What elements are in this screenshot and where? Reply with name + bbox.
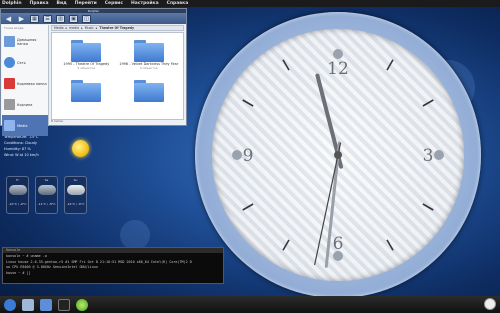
menu-item[interactable]: Dolphin	[2, 1, 22, 6]
place-home[interactable]: Домашняя папка	[2, 31, 48, 52]
network-icon	[4, 57, 15, 68]
menu-bar: Dolphin Правка Вид Перейти Сервис Настро…	[0, 0, 500, 7]
numeral-3: 3	[423, 146, 434, 166]
clock-tick	[386, 59, 394, 71]
folder-icon	[133, 80, 164, 102]
clock-center-cap	[334, 151, 342, 159]
clock-tick	[422, 203, 434, 211]
breadcrumb: Media ▸ media ▸ Music ▸ Theatre Of Tragedy	[51, 25, 184, 31]
place-label: Media	[17, 123, 28, 128]
places-panel: Точки входа Домашняя папка Сеть Корневая…	[2, 25, 49, 136]
breadcrumb-item[interactable]: Media	[54, 26, 64, 30]
folder-icon	[71, 80, 102, 102]
root-folder-icon	[4, 78, 15, 89]
menu-item[interactable]: Правка	[30, 1, 49, 6]
forecast-day-label: Fr	[16, 178, 19, 182]
clock-svg: 12 3 6 9	[232, 49, 444, 268]
forecast-temp: -11°C / -8°C	[37, 202, 56, 206]
columns-view-icon[interactable]: ▥	[56, 14, 65, 23]
file-item[interactable]: 1995 - Theatre Of Tragedy 9 объектов	[55, 36, 118, 76]
breadcrumb-item[interactable]: Music	[85, 26, 94, 30]
breadcrumb-item[interactable]: media	[69, 26, 79, 30]
file-item[interactable]: 1996 - Velvet Darkness They Fear 9 объект…	[118, 36, 181, 76]
analog-clock-widget: 12 3 6 9	[195, 12, 481, 298]
numeral-9: 9	[243, 146, 254, 166]
place-label: Сеть	[17, 60, 26, 65]
forecast-temp: -10°C / -6°C	[8, 202, 27, 206]
terminal-title[interactable]: Konsole	[3, 248, 223, 253]
clock-tick	[386, 239, 394, 251]
forecast-day-label: Su	[73, 178, 78, 182]
terminal-line: house ~ # []	[6, 270, 31, 275]
clock-bolt-icon	[434, 150, 444, 160]
numeral-12: 12	[327, 59, 349, 79]
folder-icon	[133, 40, 164, 62]
file-view: 1995 - Theatre Of Tragedy 9 объектов 1996…	[51, 32, 184, 120]
rain-cloud-icon	[37, 185, 56, 195]
menu-item[interactable]: Справка	[167, 1, 189, 6]
breadcrumb-item[interactable]: Theatre Of Tragedy	[99, 26, 134, 30]
place-trash[interactable]: Корзина	[2, 94, 48, 115]
clock-tick	[242, 99, 254, 107]
status-bar: 8 папок	[51, 119, 64, 123]
file-item[interactable]	[55, 76, 118, 116]
menu-item[interactable]: Перейти	[75, 1, 97, 6]
menu-item[interactable]: Настройка	[131, 1, 159, 6]
menu-item[interactable]: Сервис	[105, 1, 123, 6]
file-item[interactable]	[118, 76, 181, 116]
media-folder-icon	[4, 120, 15, 131]
wallpaper-decor	[120, 220, 150, 250]
rain-cloud-icon	[8, 185, 27, 195]
browser-icon[interactable]	[76, 298, 88, 311]
home-folder-icon	[4, 36, 15, 47]
dolphin-window: Dolphin ◀ ▶ ▦ ☰ ▥ ▣ ◫ Точки входа Домашн…	[0, 8, 187, 136]
icons-view-icon[interactable]: ▦	[30, 14, 39, 23]
forecast-day: Su -14°C / -6°C	[64, 176, 87, 214]
clock-bolt-icon	[232, 150, 242, 160]
place-label: Корневая папка	[17, 81, 47, 86]
sun-icon	[72, 140, 89, 157]
clock-tick	[282, 239, 290, 251]
split-view-icon[interactable]: ◫	[82, 14, 91, 23]
forecast-day: Fr -10°C / -6°C	[6, 176, 29, 214]
place-label: Корзина	[17, 102, 33, 107]
konsole-icon[interactable]	[58, 298, 70, 311]
place-network[interactable]: Сеть	[2, 52, 48, 73]
file-count: 9 объектов	[77, 66, 96, 70]
menu-item[interactable]: Вид	[57, 1, 67, 6]
toolbar: ◀ ▶ ▦ ☰ ▥ ▣ ◫	[1, 13, 186, 24]
place-label: Домашняя папка	[17, 37, 37, 46]
back-arrow-icon[interactable]: ◀	[4, 15, 13, 23]
folder-icon	[71, 40, 102, 62]
forecast-day-label: Sa	[44, 178, 49, 182]
file-count: 9 объектов	[139, 66, 158, 70]
forecast-temp: -14°C / -6°C	[66, 202, 85, 206]
clock-tick	[242, 203, 254, 211]
kde-menu-icon[interactable]	[4, 298, 16, 311]
preview-icon[interactable]: ▣	[69, 14, 78, 23]
numeral-6: 6	[333, 234, 344, 254]
details-view-icon[interactable]: ☰	[43, 14, 52, 23]
cloud-icon	[66, 185, 85, 195]
clock-tick	[422, 99, 434, 107]
forward-arrow-icon[interactable]: ▶	[17, 15, 26, 23]
place-media[interactable]: Media	[2, 115, 48, 136]
clock-bolt-icon	[333, 49, 343, 59]
dolphin-icon[interactable]	[40, 298, 52, 311]
weather-line: Wind: W at 10 km/h	[4, 153, 39, 157]
forecast-day: Sa -11°C / -8°C	[35, 176, 58, 214]
trash-icon	[4, 99, 15, 110]
clock-tick	[282, 59, 290, 71]
taskbar	[0, 296, 500, 313]
network-icon[interactable]	[22, 298, 34, 311]
terminal-window[interactable]: Konsole konsole ~ # uname -a Linux house…	[2, 247, 224, 284]
place-root[interactable]: Корневая папка	[2, 73, 48, 94]
tray-clock-icon[interactable]	[484, 298, 496, 310]
